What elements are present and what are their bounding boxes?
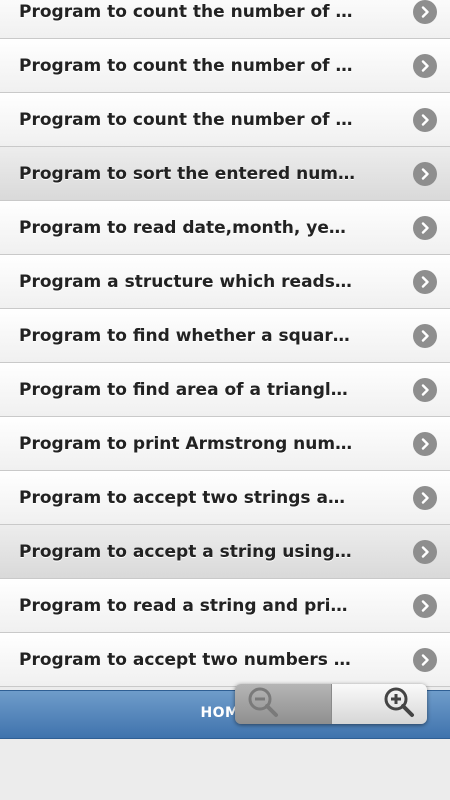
chevron-right-icon xyxy=(413,539,437,564)
zoom-out-icon xyxy=(245,684,281,724)
list-item-label: Program a structure which reads ‘n’... xyxy=(19,271,357,292)
list-item[interactable]: Program to sort the entered number... xyxy=(0,147,450,201)
list-item-label: Program to accept two strings and ... xyxy=(19,487,357,508)
list-item-label: Program to read a string and print t... xyxy=(19,595,357,616)
list-item-label: Program to count the number of wo... xyxy=(19,55,357,76)
list-item-label: Program to sort the entered number... xyxy=(19,163,357,184)
list-item-label: Program to print Armstrong number... xyxy=(19,433,357,454)
list-item[interactable]: Program to print Armstrong number... xyxy=(0,417,450,471)
chevron-right-icon xyxy=(413,593,437,618)
chevron-right-icon xyxy=(413,377,437,402)
zoom-out-button[interactable] xyxy=(235,684,331,724)
list-item-label: Program to count the number of words xyxy=(19,1,357,22)
list-item-label: Program to count the number of wo... xyxy=(19,109,357,130)
list-item-label: Program to accept a string using po... xyxy=(19,541,357,562)
list-item[interactable]: Program to accept two strings and ... xyxy=(0,471,450,525)
list-item[interactable]: Program a structure which reads ‘n’... xyxy=(0,255,450,309)
program-list: Program to count the number of words Pro… xyxy=(0,0,450,687)
chevron-right-icon xyxy=(413,161,437,186)
chevron-right-icon xyxy=(413,647,437,672)
chevron-right-icon xyxy=(413,0,437,24)
list-item[interactable]: Program to find area of a triangle w... xyxy=(0,363,450,417)
list-item[interactable]: Program to count the number of wo... xyxy=(0,93,450,147)
list-item[interactable]: Program to count the number of words xyxy=(0,0,450,39)
list-item-label: Program to read date,month, year a... xyxy=(19,217,357,238)
list-item-label: Program to find whether a square m... xyxy=(19,325,357,346)
zoom-controls xyxy=(235,684,427,724)
chevron-right-icon xyxy=(413,107,437,132)
list-item[interactable]: Program to find whether a square m... xyxy=(0,309,450,363)
list-item-label: Program to find area of a triangle w... xyxy=(19,379,357,400)
list-item-label: Program to accept two numbers an... xyxy=(19,649,357,670)
list-item[interactable]: Program to read date,month, year a... xyxy=(0,201,450,255)
chevron-right-icon xyxy=(413,431,437,456)
chevron-right-icon xyxy=(413,215,437,240)
list-item[interactable]: Program to count the number of wo... xyxy=(0,39,450,93)
chevron-right-icon xyxy=(413,269,437,294)
zoom-in-button[interactable] xyxy=(331,684,427,724)
chevron-right-icon xyxy=(413,323,437,348)
chevron-right-icon xyxy=(413,485,437,510)
list-item[interactable]: Program to read a string and print t... xyxy=(0,579,450,633)
list-item[interactable]: Program to accept a string using po... xyxy=(0,525,450,579)
zoom-in-icon xyxy=(381,684,417,724)
list-item[interactable]: Program to accept two numbers an... xyxy=(0,633,450,687)
chevron-right-icon xyxy=(413,53,437,78)
